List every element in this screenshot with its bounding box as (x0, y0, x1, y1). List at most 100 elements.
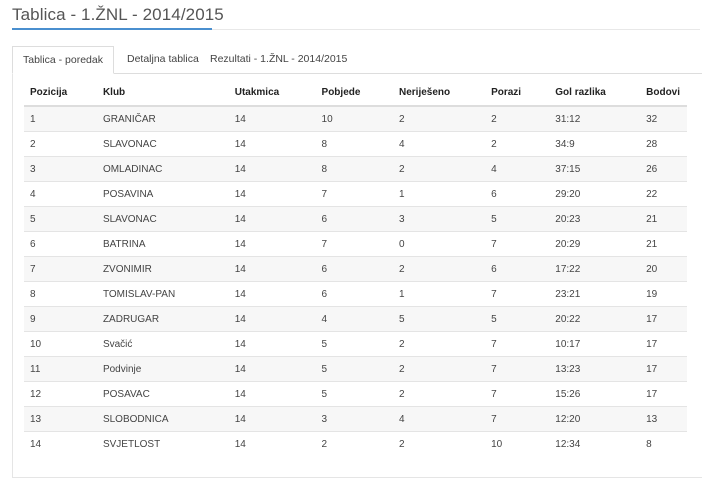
cell-gol-razlika: 23:21 (549, 281, 641, 307)
table-row: 5 SLAVONAC 14 6 3 5 20:23 21 (24, 206, 687, 232)
cell-porazi: 7 (485, 356, 550, 382)
cell-pobjede: 5 (315, 381, 393, 407)
cell-klub[interactable]: Svačić (96, 331, 229, 357)
cell-klub[interactable]: SLOBODNICA (96, 406, 229, 432)
table-row: 7 ZVONIMIR 14 6 2 6 17:22 20 (24, 256, 687, 282)
standings-table: Pozicija Klub Utakmica Pobjede Neriješen… (24, 80, 687, 456)
cell-porazi: 7 (485, 381, 550, 407)
cell-porazi: 7 (485, 281, 550, 307)
tab-tablica-poredak[interactable]: Tablica - poredak (12, 46, 114, 74)
cell-pozicija: 7 (24, 256, 97, 282)
cell-pobjede: 10 (315, 105, 393, 132)
cell-nerijeseno: 2 (393, 381, 486, 407)
cell-klub[interactable]: Podvinje (96, 356, 229, 382)
cell-pozicija: 3 (24, 156, 97, 182)
cell-gol-razlika: 37:15 (549, 156, 641, 182)
table-header-row: Pozicija Klub Utakmica Pobjede Neriješen… (24, 80, 687, 107)
header-pozicija[interactable]: Pozicija (24, 80, 97, 107)
cell-porazi: 2 (485, 131, 550, 157)
cell-gol-razlika: 15:26 (549, 381, 641, 407)
cell-bodovi: 22 (640, 181, 687, 207)
cell-utakmica: 14 (228, 131, 316, 157)
cell-utakmica: 14 (228, 231, 316, 257)
cell-klub[interactable]: POSAVINA (96, 181, 229, 207)
cell-nerijeseno: 2 (393, 356, 486, 382)
cell-pozicija: 13 (24, 406, 97, 432)
header-klub[interactable]: Klub (96, 80, 229, 107)
cell-utakmica: 14 (228, 181, 316, 207)
cell-klub[interactable]: TOMISLAV-PAN (96, 281, 229, 307)
tab-rezultati[interactable]: Rezultati - 1.ŽNL - 2014/2015 (200, 46, 357, 73)
cell-gol-razlika: 10:17 (549, 331, 641, 357)
header-gol-razlika[interactable]: Gol razlika (549, 80, 641, 107)
cell-bodovi: 19 (640, 281, 687, 307)
cell-porazi: 6 (485, 181, 550, 207)
title-underline (212, 29, 700, 30)
cell-bodovi: 17 (640, 381, 687, 407)
cell-pobjede: 8 (315, 131, 393, 157)
cell-nerijeseno: 4 (393, 131, 486, 157)
page-title: Tablica - 1.ŽNL - 2014/2015 (12, 5, 224, 24)
cell-porazi: 5 (485, 306, 550, 332)
table-row: 12 POSAVAC 14 5 2 7 15:26 17 (24, 381, 687, 407)
cell-pobjede: 4 (315, 306, 393, 332)
cell-nerijeseno: 0 (393, 231, 486, 257)
cell-klub[interactable]: POSAVAC (96, 381, 229, 407)
cell-bodovi: 21 (640, 231, 687, 257)
cell-gol-razlika: 12:34 (549, 431, 641, 456)
header-utakmica[interactable]: Utakmica (228, 80, 316, 107)
cell-klub[interactable]: SVJETLOST (96, 431, 229, 456)
cell-gol-razlika: 20:22 (549, 306, 641, 332)
cell-pobjede: 3 (315, 406, 393, 432)
cell-klub[interactable]: ZADRUGAR (96, 306, 229, 332)
cell-klub[interactable]: BATRINA (96, 231, 229, 257)
cell-pobjede: 7 (315, 231, 393, 257)
cell-utakmica: 14 (228, 381, 316, 407)
header-porazi[interactable]: Porazi (485, 80, 550, 107)
table-row: 13 SLOBODNICA 14 3 4 7 12:20 13 (24, 406, 687, 432)
table-row: 4 POSAVINA 14 7 1 6 29:20 22 (24, 181, 687, 207)
cell-gol-razlika: 20:23 (549, 206, 641, 232)
header-pobjede[interactable]: Pobjede (315, 80, 393, 107)
cell-pobjede: 6 (315, 281, 393, 307)
cell-utakmica: 14 (228, 256, 316, 282)
cell-nerijeseno: 2 (393, 105, 486, 132)
cell-porazi: 5 (485, 206, 550, 232)
cell-pozicija: 5 (24, 206, 97, 232)
cell-klub[interactable]: ZVONIMIR (96, 256, 229, 282)
cell-gol-razlika: 31:12 (549, 105, 641, 132)
cell-nerijeseno: 2 (393, 156, 486, 182)
cell-pozicija: 11 (24, 356, 97, 382)
standings-panel: Pozicija Klub Utakmica Pobjede Neriješen… (12, 74, 702, 478)
cell-pozicija: 8 (24, 281, 97, 307)
cell-pozicija: 14 (24, 431, 97, 456)
header-nerijeseno[interactable]: Neriješeno (393, 80, 486, 107)
cell-bodovi: 26 (640, 156, 687, 182)
cell-porazi: 6 (485, 256, 550, 282)
cell-pobjede: 6 (315, 256, 393, 282)
table-row: 2 SLAVONAC 14 8 4 2 34:9 28 (24, 131, 687, 157)
cell-nerijeseno: 2 (393, 331, 486, 357)
cell-pobjede: 8 (315, 156, 393, 182)
tab-bar: Tablica - poredak Detaljna tablica Rezul… (12, 46, 702, 74)
header-bodovi[interactable]: Bodovi (640, 80, 687, 107)
cell-pobjede: 2 (315, 431, 393, 456)
cell-utakmica: 14 (228, 156, 316, 182)
cell-gol-razlika: 34:9 (549, 131, 641, 157)
table-row: 6 BATRINA 14 7 0 7 20:29 21 (24, 231, 687, 257)
tab-detaljna-tablica[interactable]: Detaljna tablica (117, 46, 209, 73)
cell-utakmica: 14 (228, 356, 316, 382)
cell-nerijeseno: 2 (393, 431, 486, 456)
cell-porazi: 4 (485, 156, 550, 182)
cell-pozicija: 12 (24, 381, 97, 407)
table-row: 9 ZADRUGAR 14 4 5 5 20:22 17 (24, 306, 687, 332)
cell-klub[interactable]: GRANIČAR (96, 105, 229, 132)
cell-nerijeseno: 3 (393, 206, 486, 232)
cell-gol-razlika: 13:23 (549, 356, 641, 382)
cell-bodovi: 20 (640, 256, 687, 282)
cell-klub[interactable]: SLAVONAC (96, 206, 229, 232)
cell-pobjede: 7 (315, 181, 393, 207)
table-row: 10 Svačić 14 5 2 7 10:17 17 (24, 331, 687, 357)
cell-klub[interactable]: OMLADINAC (96, 156, 229, 182)
cell-klub[interactable]: SLAVONAC (96, 131, 229, 157)
